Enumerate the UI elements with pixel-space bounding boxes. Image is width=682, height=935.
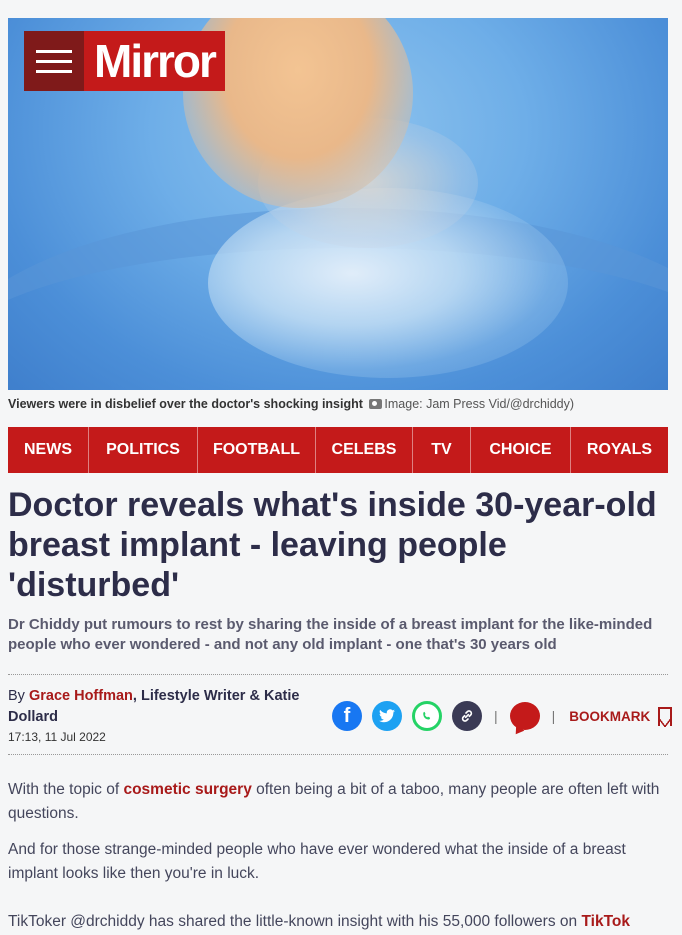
nav-item-choice[interactable]: CHOICE <box>471 427 571 473</box>
section-nav: NEWS POLITICS FOOTBALL CELEBS TV CHOICE … <box>8 427 668 473</box>
nav-item-politics[interactable]: POLITICS <box>89 427 198 473</box>
twitter-icon[interactable] <box>372 701 402 731</box>
camera-icon <box>369 399 383 409</box>
nav-item-celebs[interactable]: CELEBS <box>316 427 413 473</box>
paragraph-text: TikToker @drchiddy has shared the little… <box>8 913 582 930</box>
caption-text: Viewers were in disbelief over the docto… <box>8 397 363 411</box>
facebook-icon[interactable]: f <box>332 701 362 731</box>
article-paragraph: With the topic of cosmetic surgery often… <box>8 778 674 826</box>
link-tiktok[interactable]: TikTok <box>581 913 630 930</box>
nav-item-royals[interactable]: ROYALS <box>571 427 668 473</box>
nav-item-football[interactable]: FOOTBALL <box>198 427 316 473</box>
article-standfirst: Dr Chiddy put rumours to rest by sharing… <box>8 616 653 653</box>
article-headline: Doctor reveals what's inside 30-year-old… <box>8 486 657 604</box>
site-header: Mirror <box>24 31 225 91</box>
link-icon[interactable] <box>452 701 482 731</box>
bookmark-icon <box>658 706 673 727</box>
article-paragraph: TikToker @drchiddy has shared the little… <box>8 910 674 934</box>
byline-by: By <box>8 688 25 704</box>
bookmark-button[interactable]: BOOKMARK <box>569 706 673 727</box>
separator: | <box>494 708 498 724</box>
link-cosmetic-surgery[interactable]: cosmetic surgery <box>123 781 251 798</box>
bookmark-label: BOOKMARK <box>569 708 651 724</box>
separator: | <box>551 708 556 724</box>
hamburger-icon[interactable] <box>24 31 84 91</box>
mirror-logo[interactable]: Mirror <box>84 31 225 91</box>
author-link-grace-hoffman[interactable]: Grace Hoffman <box>29 688 133 704</box>
image-caption: Viewers were in disbelief over the docto… <box>8 397 575 411</box>
publish-date: 17:13, 11 Jul 2022 <box>8 730 106 744</box>
whatsapp-icon[interactable] <box>412 701 442 731</box>
article-paragraph: And for those strange-minded people who … <box>8 841 626 882</box>
share-bar: f | | BOOKMARK <box>332 700 673 732</box>
author-role: , Lifestyle Writer & <box>132 688 260 704</box>
paragraph-text: With the topic of <box>8 781 124 798</box>
divider <box>8 674 668 675</box>
nav-item-news[interactable]: NEWS <box>8 427 89 473</box>
byline: By Grace Hoffman, Lifestyle Writer & Kat… <box>8 686 328 728</box>
nav-item-tv[interactable]: TV <box>413 427 471 473</box>
comment-icon[interactable] <box>509 702 540 730</box>
divider <box>8 754 668 755</box>
image-credit: Image: Jam Press Vid/@drchiddy <box>384 397 570 411</box>
